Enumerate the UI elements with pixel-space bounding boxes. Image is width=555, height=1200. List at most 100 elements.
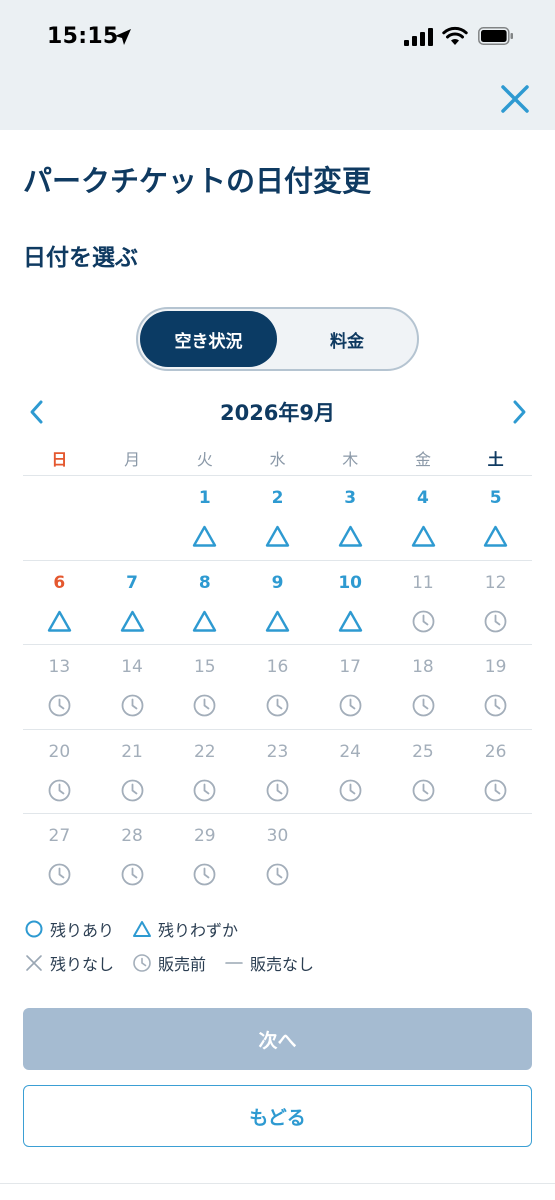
weekday-mon: 月 [124, 450, 141, 469]
day-number: 30 [266, 826, 289, 846]
calendar-week: 27 28 29 30 [23, 814, 532, 899]
calendar-day[interactable]: 18 [387, 645, 460, 729]
legend-pre-sale: 販売前 [132, 951, 206, 975]
calendar-day[interactable]: 28 [96, 814, 169, 898]
day-number: 15 [193, 657, 216, 677]
calendar-day[interactable]: 2 [241, 476, 314, 560]
clock-icon [339, 694, 362, 717]
status-time: 15:15 [47, 24, 119, 49]
day-number: 26 [484, 741, 507, 762]
calendar-day[interactable]: 5 [459, 476, 532, 560]
calendar-day[interactable]: 17 [314, 645, 387, 729]
wifi-icon [442, 26, 468, 45]
triangle-icon [484, 525, 508, 547]
calendar-day[interactable]: 25 [387, 730, 460, 814]
day-number: 21 [121, 741, 143, 762]
clock-icon [266, 779, 289, 801]
triangle-icon [338, 525, 363, 547]
month-label: 2026年9月 [219, 401, 336, 425]
cross-icon [26, 955, 42, 971]
weekday-thu: 木 [342, 450, 359, 469]
calendar-day[interactable]: 27 [23, 814, 96, 898]
next-button[interactable]: 次へ [23, 1008, 532, 1070]
clock-icon [194, 694, 216, 717]
calendar-day[interactable]: 12 [459, 561, 532, 645]
page-title: パークチケットの日付変更 [23, 164, 372, 198]
day-number: 28 [121, 826, 143, 846]
day-number: 19 [484, 657, 507, 677]
calendar-day[interactable]: 8 [168, 561, 241, 645]
clock-icon [339, 779, 362, 801]
day-number: 3 [344, 488, 357, 508]
view-toggle: 空き状況 料金 [136, 307, 419, 371]
tab-availability[interactable]: 空き状況 [140, 311, 277, 367]
day-number: 4 [416, 488, 429, 508]
legend: 残りあり 残りわずか 残りなし 販売前 販売なし [24, 912, 524, 980]
section-title: 日付を選ぶ [23, 245, 138, 271]
day-number: 7 [126, 572, 138, 593]
calendar-day[interactable]: 4 [387, 476, 460, 560]
clock-icon [484, 610, 507, 632]
calendar-day[interactable]: 9 [241, 561, 314, 645]
clock-icon [266, 863, 289, 886]
triangle-icon [265, 525, 290, 547]
clock-icon [121, 863, 144, 886]
calendar-day[interactable]: 3 [314, 476, 387, 560]
day-number: 22 [193, 741, 216, 762]
clock-icon [121, 779, 144, 801]
day-number: 20 [48, 741, 71, 762]
clock-icon [412, 779, 434, 801]
day-number: 18 [412, 657, 434, 677]
triangle-icon [338, 610, 363, 632]
calendar-day[interactable]: 21 [96, 730, 169, 814]
next-month-icon[interactable] [506, 398, 532, 426]
weekday-sun: 日 [51, 450, 68, 469]
calendar-day[interactable]: 14 [96, 645, 169, 729]
weekday-sat: 土 [487, 450, 504, 469]
clock-icon [194, 779, 216, 801]
weekday-tue: 火 [196, 450, 213, 469]
calendar-day[interactable]: 16 [241, 645, 314, 729]
day-number: 13 [48, 657, 71, 677]
calendar-day[interactable]: 13 [23, 645, 96, 729]
day-number: 9 [271, 572, 284, 593]
day-number: 23 [266, 741, 289, 762]
legend-few: 残りわずか [132, 917, 238, 941]
triangle-icon [193, 525, 217, 547]
day-number: 2 [271, 488, 284, 508]
calendar-day[interactable]: 29 [168, 814, 241, 898]
calendar-week: 13 14 15 16 17 18 19 [23, 645, 532, 730]
day-number: 16 [266, 657, 289, 677]
calendar-day[interactable]: 19 [459, 645, 532, 729]
close-icon[interactable] [496, 80, 534, 118]
triangle-icon [411, 525, 435, 547]
bottom-divider [0, 1183, 555, 1184]
calendar-day[interactable]: 20 [23, 730, 96, 814]
calendar-day[interactable]: 15 [168, 645, 241, 729]
calendar-week: 6 7 8 9 10 11 12 [23, 561, 532, 645]
battery-icon [478, 27, 513, 45]
calendar-day[interactable]: 30 [241, 814, 314, 898]
tab-price[interactable]: 料金 [279, 311, 415, 367]
calendar-day[interactable]: 10 [314, 561, 387, 645]
calendar-day[interactable]: 26 [459, 730, 532, 814]
clock-icon [48, 779, 71, 801]
calendar-day[interactable]: 1 [168, 476, 241, 560]
calendar-week: 1 2 3 4 5 [23, 476, 532, 561]
location-arrow-icon [115, 29, 131, 45]
calendar-day[interactable]: 24 [314, 730, 387, 814]
calendar-day[interactable]: 23 [241, 730, 314, 814]
day-number: 24 [339, 741, 361, 762]
triangle-icon [193, 610, 217, 632]
day-number: 17 [339, 657, 361, 677]
clock-icon [484, 779, 507, 801]
clock-icon [412, 610, 434, 632]
legend-no-sale: 販売なし [224, 951, 314, 975]
status-bar: 15:15 [0, 0, 555, 70]
calendar-day[interactable]: 11 [387, 561, 460, 645]
calendar-day[interactable]: 7 [96, 561, 169, 645]
triangle-icon [47, 610, 72, 632]
calendar-day[interactable]: 6 [23, 561, 96, 645]
calendar-day[interactable]: 22 [168, 730, 241, 814]
back-button[interactable]: もどる [23, 1085, 532, 1147]
